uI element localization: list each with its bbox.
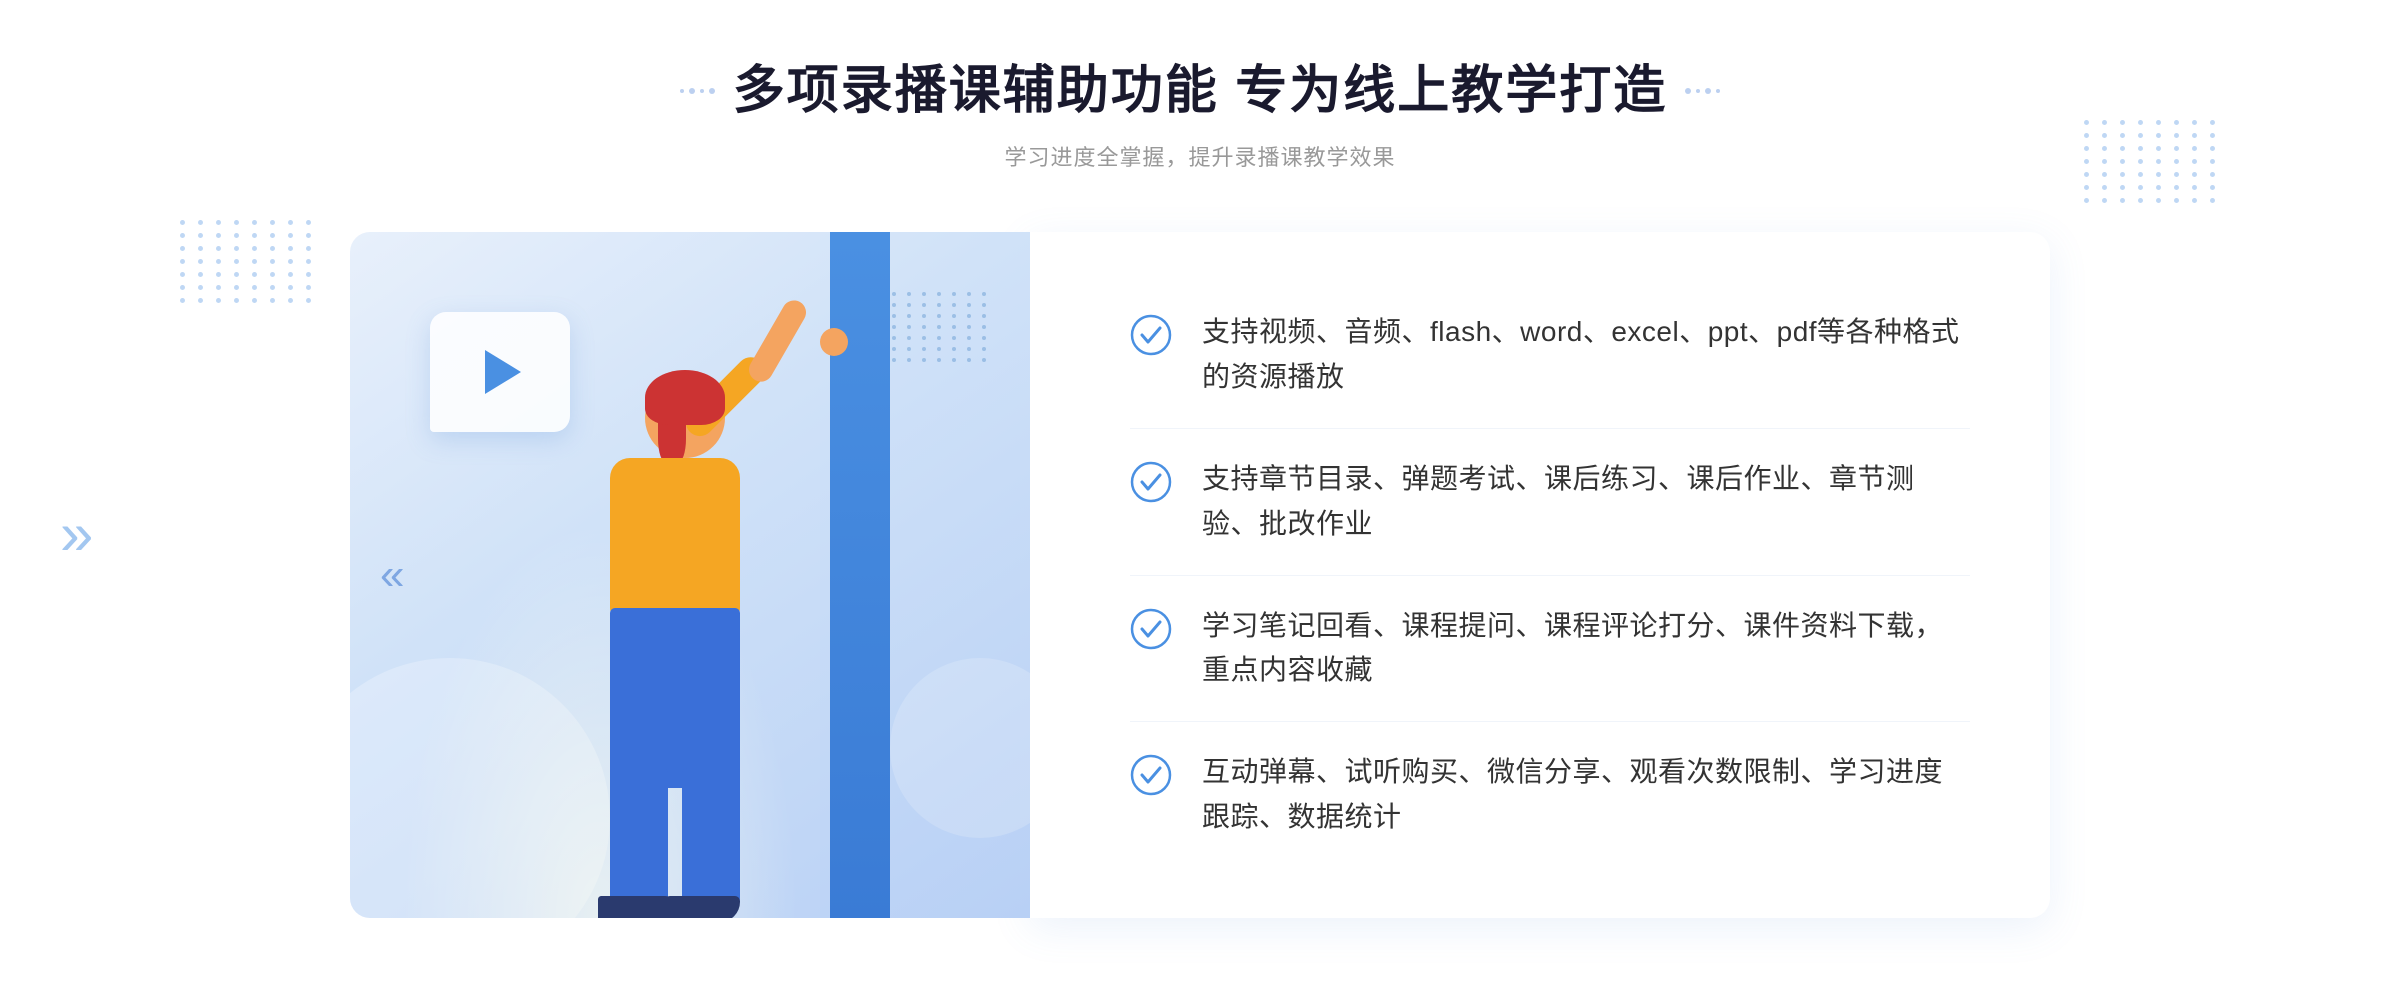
deco-dot: [709, 88, 715, 94]
person-leg-right: [682, 768, 740, 908]
feature-text-4: 互动弹幕、试听购买、微信分享、观看次数限制、学习进度跟踪、数据统计: [1202, 750, 1970, 840]
deco-dot: [680, 89, 684, 93]
illus-circle-medium: [890, 658, 1030, 838]
deco-dot: [1716, 89, 1720, 93]
feature-item-1: 支持视频、音频、flash、word、excel、ppt、pdf等各种格式的资源…: [1130, 282, 1970, 429]
chevron-left-icon: «: [380, 550, 396, 600]
illustration-container: document.currentScript.insertAdjacentHTM…: [350, 232, 1030, 917]
check-circle-icon-4: [1130, 754, 1172, 796]
deco-dot: [1696, 89, 1700, 93]
main-title: 多项录播课辅助功能 专为线上教学打造: [733, 60, 1667, 122]
feature-text-2: 支持章节目录、弹题考试、课后练习、课后作业、章节测验、批改作业: [1202, 457, 1970, 547]
sub-title: 学习进度全掌握，提升录播课教学效果: [1004, 140, 1395, 172]
feature-text-3: 学习笔记回看、课程提问、课程评论打分、课件资料下载，重点内容收藏: [1202, 604, 1970, 694]
person-hand: [820, 328, 848, 356]
check-circle-icon-1: [1130, 314, 1172, 356]
person-body: [610, 458, 740, 618]
content-area: document.currentScript.insertAdjacentHTM…: [350, 232, 2050, 917]
dots-decoration-left: document.currentScript.insertAdjacentHTM…: [180, 220, 316, 303]
page-chevron-icon: »: [60, 499, 81, 568]
feature-item-3: 学习笔记回看、课程提问、课程评论打分、课件资料下载，重点内容收藏: [1130, 576, 1970, 723]
feature-item-2: 支持章节目录、弹题考试、课后练习、课后作业、章节测验、批改作业: [1130, 429, 1970, 576]
deco-dots-left: [680, 88, 715, 94]
person-hair: [645, 370, 725, 425]
deco-dot: [689, 88, 695, 94]
deco-dot: [1685, 88, 1691, 94]
features-panel: 支持视频、音频、flash、word、excel、ppt、pdf等各种格式的资源…: [1030, 232, 2050, 917]
deco-dot: [1705, 88, 1711, 94]
feature-text-1: 支持视频、音频、flash、word、excel、ppt、pdf等各种格式的资源…: [1202, 310, 1970, 400]
check-circle-icon-2: [1130, 461, 1172, 503]
person-arm-lower: [745, 296, 811, 386]
deco-dots-right: [1685, 88, 1720, 94]
feature-item-4: 互动弹幕、试听购买、微信分享、观看次数限制、学习进度跟踪、数据统计: [1130, 722, 1970, 868]
page-wrapper: document.currentScript.insertAdjacentHTM…: [0, 0, 2400, 998]
header-decoration: 多项录播课辅助功能 专为线上教学打造: [680, 60, 1720, 122]
illus-dots-grid: document.currentScript.insertAdjacentHTM…: [892, 292, 990, 362]
deco-dot: [700, 89, 704, 93]
person-pants: [610, 608, 740, 788]
person-shoe-right: [665, 896, 740, 918]
dots-decoration-right: document.currentScript.insertAdjacentHTM…: [2084, 120, 2220, 203]
person-figure: [490, 338, 810, 918]
person-leg-left: [610, 768, 668, 908]
check-circle-icon-3: [1130, 608, 1172, 650]
